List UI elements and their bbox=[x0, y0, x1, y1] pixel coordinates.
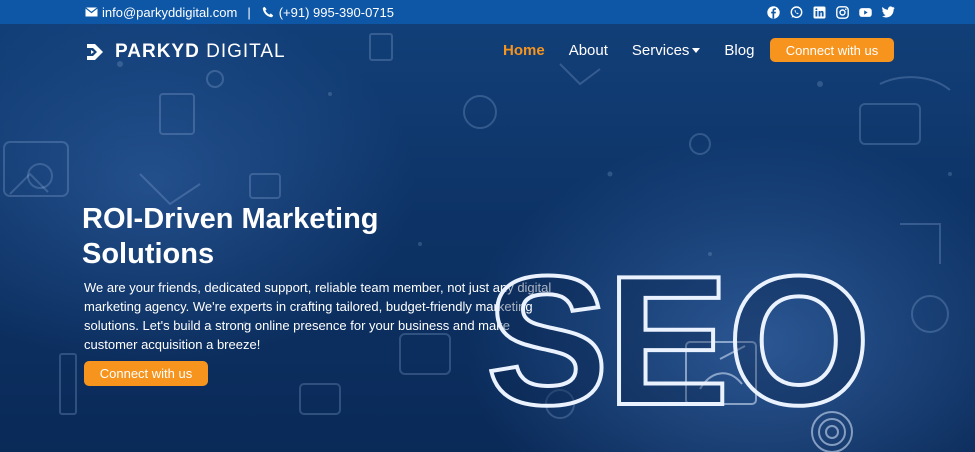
phone-icon bbox=[261, 5, 275, 19]
nav-home[interactable]: Home bbox=[503, 42, 545, 59]
hero-connect-button[interactable]: Connect with us bbox=[84, 361, 208, 386]
main-nav: Home About Services Blog bbox=[503, 42, 778, 59]
headline-line-2: Solutions bbox=[82, 238, 215, 270]
headline-line-1: ROI-Driven Marketing bbox=[82, 203, 379, 235]
hero-description: We are your friends, dedicated support, … bbox=[84, 280, 552, 352]
nav-blog[interactable]: Blog bbox=[724, 42, 754, 59]
seo-graphic-text: SEO bbox=[486, 262, 866, 412]
contact-info: info@parkyddigital.com | (+91) 995-390-0… bbox=[84, 0, 394, 24]
facebook-icon[interactable] bbox=[767, 5, 780, 19]
parkyd-logo-icon bbox=[87, 44, 103, 60]
envelope-icon bbox=[84, 5, 98, 19]
instagram-icon[interactable] bbox=[836, 5, 849, 19]
top-bar: info@parkyddigital.com | (+91) 995-390-0… bbox=[0, 0, 975, 24]
nav-services-label: Services bbox=[631, 42, 690, 59]
brand-name-bold: PARKYD bbox=[115, 41, 200, 62]
twitter-icon[interactable] bbox=[882, 6, 895, 19]
nav-connect-button[interactable]: Connect with us bbox=[770, 38, 894, 62]
whatsapp-icon[interactable] bbox=[790, 5, 803, 19]
chevron-down-icon bbox=[692, 48, 701, 53]
linkedin-icon[interactable] bbox=[813, 6, 826, 19]
brand-logo[interactable]: PARKYD DIGITAL bbox=[85, 40, 286, 64]
phone-link[interactable]: (+91) 995-390-0715 bbox=[279, 5, 394, 20]
nav-about[interactable]: About bbox=[569, 42, 608, 59]
hero-section: PARKYD DIGITAL Home About Services Blog … bbox=[0, 24, 975, 452]
youtube-icon[interactable] bbox=[859, 6, 872, 19]
social-links bbox=[767, 0, 895, 24]
seo-graphic: SEO bbox=[486, 262, 866, 412]
brand-name-light: DIGITAL bbox=[206, 41, 286, 62]
hero-headline: ROI-Driven Marketing Solutions bbox=[82, 202, 442, 272]
nav-services[interactable]: Services bbox=[632, 42, 701, 59]
divider: | bbox=[247, 4, 251, 20]
email-link[interactable]: info@parkyddigital.com bbox=[102, 5, 237, 20]
